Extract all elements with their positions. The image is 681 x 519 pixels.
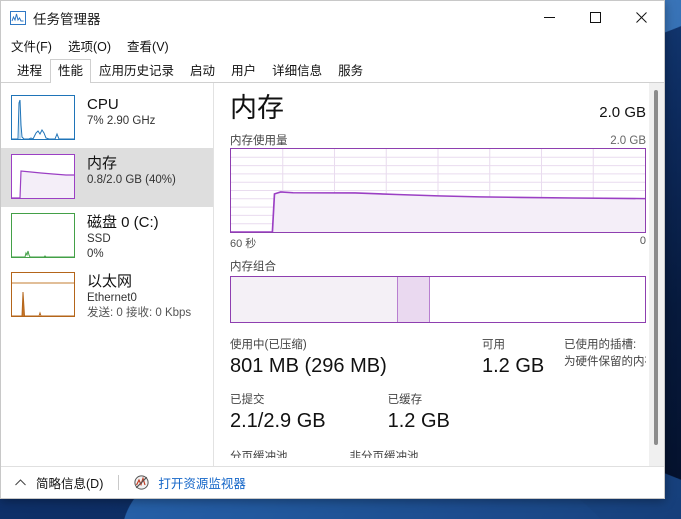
- vertical-scrollbar[interactable]: [649, 83, 664, 466]
- menu-item-file[interactable]: 文件(F): [11, 36, 52, 55]
- close-button[interactable]: [618, 2, 664, 34]
- memory-thumbnail-graph: [11, 154, 75, 199]
- sidebar-item-cpu-title: CPU: [87, 96, 119, 113]
- tab-processes[interactable]: 进程: [9, 59, 50, 83]
- stat-slots-used: 已使用的插槽: 2: [564, 337, 646, 354]
- stat-committed: 已提交 2.1/2.9 GB: [230, 392, 326, 434]
- tab-details[interactable]: 详细信息: [264, 59, 330, 83]
- stat-available-value: 1.2 GB: [482, 355, 545, 377]
- sidebar-item-disk[interactable]: 磁盘 0 (C:) SSD 0%: [1, 207, 213, 266]
- sidebar-item-disk-sub2: 0%: [87, 248, 104, 260]
- memory-usage-graph: [230, 148, 646, 233]
- composition-segment-available: [429, 277, 645, 322]
- minimize-button[interactable]: [526, 2, 572, 34]
- sidebar-item-ethernet-sub2: 发送: 0 接收: 0 Kbps: [87, 307, 192, 319]
- axis-right-label: 0: [639, 235, 646, 247]
- maximize-button[interactable]: [572, 2, 618, 34]
- scrollbar-thumb[interactable]: [654, 90, 658, 445]
- tab-performance[interactable]: 性能: [50, 59, 92, 83]
- sidebar-item-ethernet-title: 以太网: [87, 273, 133, 290]
- sidebar-item-memory-sub: 0.8/2.0 GB (40%): [87, 174, 176, 186]
- memory-detail-panel: 内存 2.0 GB 内存使用量 2.0 GB 60 秒 0 内存组合 使用中(已…: [214, 83, 664, 466]
- stat-in-use: 使用中(已压缩) 801 MB (296 MB): [230, 337, 482, 379]
- tab-startup[interactable]: 启动: [182, 59, 223, 83]
- tab-users[interactable]: 用户: [223, 59, 264, 83]
- stat-hardware-reserved: 为硬件保留的内存: 0: [564, 354, 646, 371]
- menu-bar: 文件(F) 选项(O) 查看(V): [1, 34, 664, 57]
- window-title: 任务管理器: [33, 11, 101, 27]
- title-bar[interactable]: 任务管理器: [1, 1, 664, 34]
- stat-committed-value: 2.1/2.9 GB: [230, 410, 326, 432]
- stat-cached: 已缓存 1.2 GB: [388, 392, 450, 434]
- memory-capacity: 2.0 GB: [599, 104, 646, 121]
- task-manager-icon: [10, 10, 26, 25]
- disk-thumbnail-graph: [11, 213, 75, 258]
- stat-slots-used-label: 已使用的插槽:: [564, 339, 637, 351]
- stat-in-use-label: 使用中(已压缩): [230, 339, 307, 351]
- usage-graph-label: 内存使用量: [230, 135, 288, 147]
- fewer-details-button[interactable]: 简略信息(D): [36, 473, 103, 492]
- stat-committed-label: 已提交: [230, 394, 265, 406]
- stat-paged-pool-label: 分页缓冲池: [230, 451, 288, 458]
- stat-in-use-value: 801 MB (296 MB): [230, 355, 387, 377]
- usage-graph-labels: 内存使用量 2.0 GB: [230, 132, 646, 148]
- usage-graph-axis: 60 秒 0: [230, 235, 646, 251]
- axis-left-label: 60 秒: [230, 238, 257, 250]
- memory-composition-bar: [230, 276, 646, 323]
- open-resource-monitor-link[interactable]: 打开资源监视器: [158, 473, 246, 492]
- chevron-up-icon[interactable]: [13, 476, 27, 490]
- composition-segment-in-use: [231, 277, 397, 322]
- resource-sidebar: CPU 7% 2.90 GHz 内存 0.8/2.0 GB (40%) 磁盘 0…: [1, 83, 214, 466]
- tab-app-history[interactable]: 应用历史记录: [91, 59, 182, 83]
- sidebar-item-memory-title: 内存: [87, 155, 118, 172]
- sidebar-item-ethernet[interactable]: 以太网 Ethernet0 发送: 0 接收: 0 Kbps: [1, 266, 213, 325]
- tab-strip: 进程 性能 应用历史记录 启动 用户 详细信息 服务: [1, 57, 664, 83]
- usage-graph-max: 2.0 GB: [610, 135, 646, 147]
- stat-hardware-reserved-label: 为硬件保留的内存:: [564, 356, 646, 368]
- stat-cached-label: 已缓存: [387, 394, 423, 406]
- stat-nonpaged-pool-label: 非分页缓冲池: [349, 451, 419, 458]
- stat-available: 可用 1.2 GB: [482, 337, 564, 379]
- sidebar-item-memory[interactable]: 内存 0.8/2.0 GB (40%): [1, 148, 213, 207]
- stat-pool-row-clipped: 分页缓冲池 非分页缓冲池: [230, 449, 482, 458]
- ethernet-thumbnail-graph: [11, 272, 75, 317]
- status-divider: [118, 475, 120, 490]
- task-manager-window: 任务管理器 文件(F) 选项(O) 查看(V) 进程 性能 应用历史记录 启动 …: [0, 0, 665, 499]
- sidebar-item-cpu[interactable]: CPU 7% 2.90 GHz: [1, 89, 213, 148]
- sidebar-item-ethernet-sub1: Ethernet0: [87, 292, 137, 304]
- composition-labels: 内存组合: [230, 258, 646, 274]
- cpu-thumbnail-graph: [11, 95, 75, 140]
- status-bar: 简略信息(D) 打开资源监视器: [1, 466, 664, 498]
- page-title: 内存: [230, 93, 284, 123]
- stat-available-label: 可用: [482, 339, 505, 351]
- menu-item-options[interactable]: 选项(O): [68, 36, 111, 55]
- sidebar-item-disk-sub1: SSD: [87, 233, 111, 245]
- memory-statistics: 使用中(已压缩) 801 MB (296 MB) 已提交 2.1/2.9 GB …: [230, 337, 646, 458]
- composition-segment-modified: [396, 277, 430, 322]
- menu-item-view[interactable]: 查看(V): [127, 36, 169, 55]
- window-body: CPU 7% 2.90 GHz 内存 0.8/2.0 GB (40%) 磁盘 0…: [1, 83, 664, 466]
- resource-monitor-icon: [134, 475, 149, 490]
- composition-label: 内存组合: [230, 261, 276, 273]
- stat-cached-value: 1.2 GB: [387, 410, 450, 432]
- sidebar-item-cpu-sub: 7% 2.90 GHz: [87, 115, 156, 127]
- sidebar-item-disk-title: 磁盘 0 (C:): [87, 214, 159, 231]
- memory-header: 内存 2.0 GB: [230, 91, 646, 125]
- tab-services[interactable]: 服务: [330, 59, 371, 83]
